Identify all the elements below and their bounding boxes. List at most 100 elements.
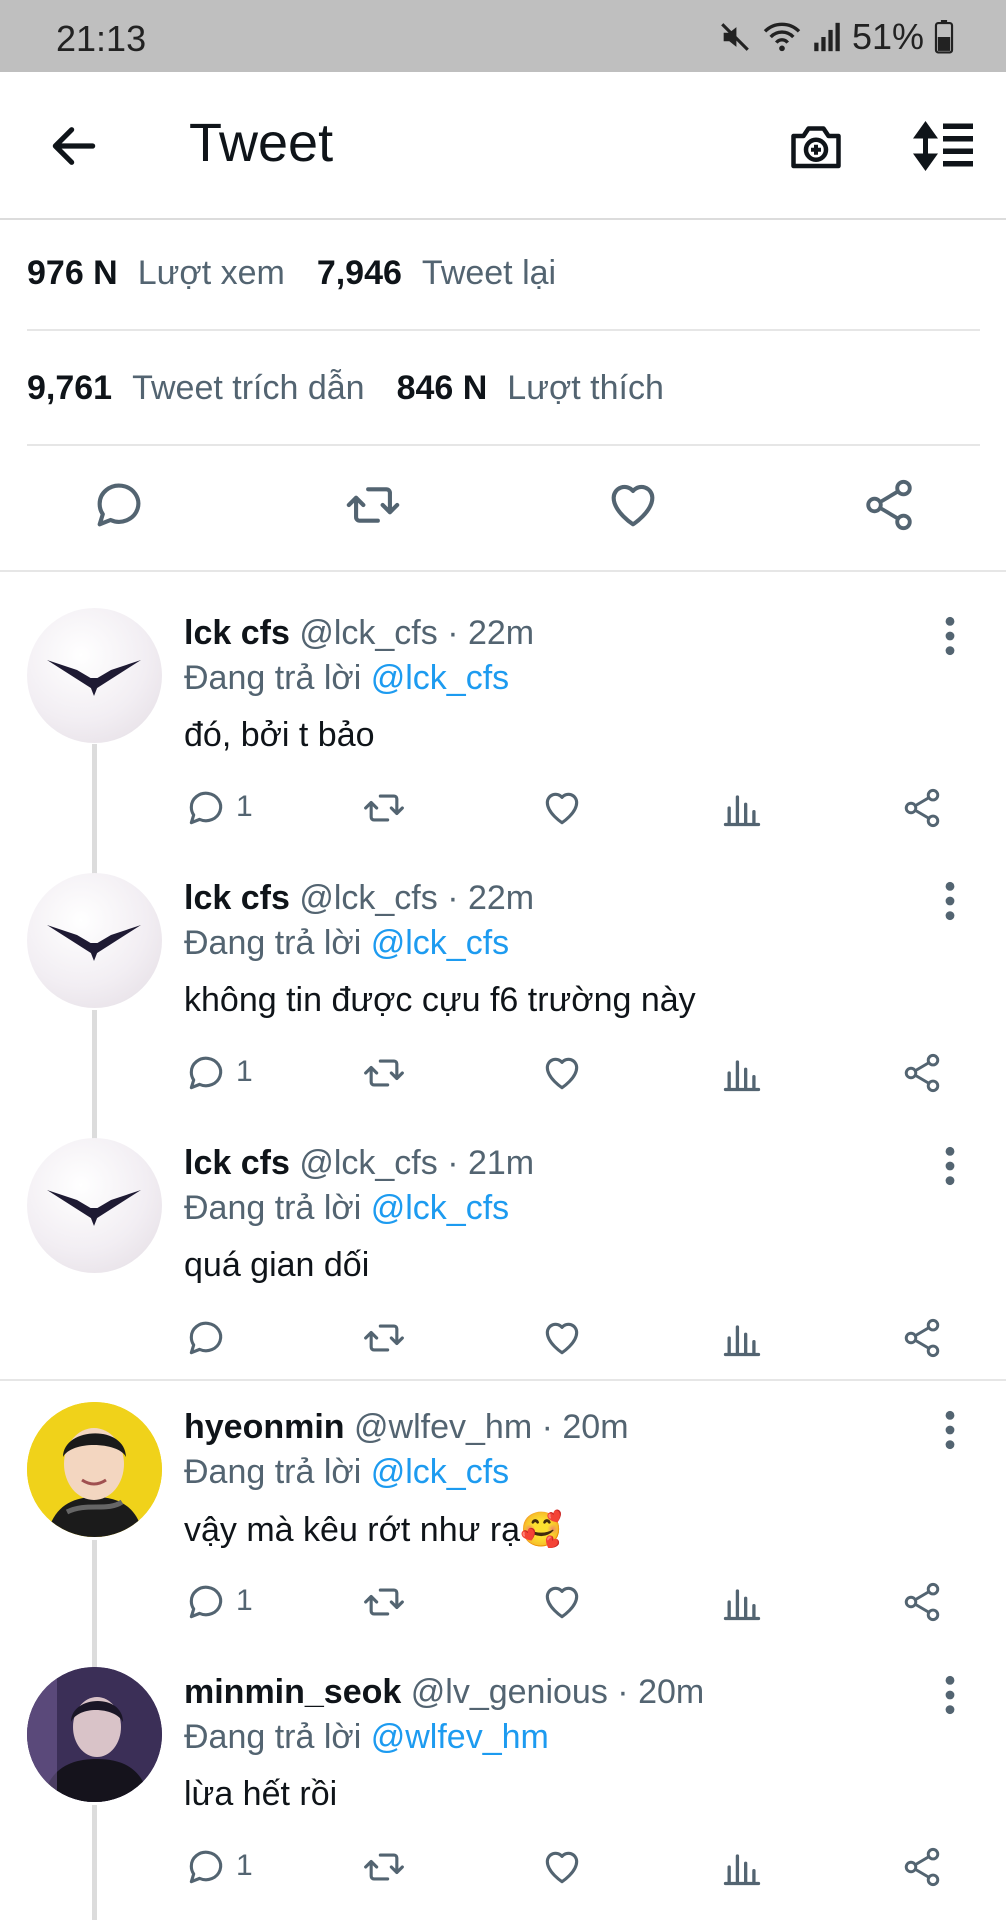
avatar[interactable] (27, 608, 162, 743)
reply-icon[interactable] (184, 786, 228, 830)
retweet-icon[interactable] (344, 476, 402, 534)
reply-count: 1 (236, 1055, 253, 1088)
tweet-actions (184, 1316, 964, 1366)
tweet-action-bar (0, 450, 1006, 570)
arrow-left-icon[interactable] (46, 118, 102, 174)
like-icon[interactable] (540, 1051, 584, 1095)
tweet-header: lck cfs @lck_cfs · 22m (184, 614, 534, 653)
retweet-icon[interactable] (362, 1580, 406, 1624)
camera-plus-icon[interactable] (786, 116, 846, 176)
lck-logo-icon (47, 660, 141, 696)
replying-prefix: Đang trả lời (184, 1189, 362, 1227)
analytics-icon[interactable] (720, 786, 764, 830)
avatar[interactable] (27, 1667, 162, 1802)
reply-tweet[interactable]: minmin_seok @lv_genious · 20m Đang trả l… (0, 1667, 1006, 1920)
views-label[interactable]: Lượt xem (138, 254, 285, 293)
status-bar: 21:13 51% (0, 0, 1006, 72)
more-options-icon[interactable] (938, 614, 962, 658)
replying-to: Đang trả lời @lck_cfs (184, 924, 509, 963)
reply-icon[interactable] (184, 1580, 228, 1624)
tweet-header: lck cfs @lck_cfs · 21m (184, 1144, 534, 1183)
divider (0, 1379, 1006, 1381)
like-icon[interactable] (540, 1316, 584, 1360)
share-icon[interactable] (900, 1051, 944, 1095)
analytics-icon[interactable] (720, 1316, 764, 1360)
replying-prefix: Đang trả lời (184, 659, 362, 697)
like-icon[interactable] (540, 1845, 584, 1889)
battery-icon (934, 20, 954, 54)
like-icon[interactable] (540, 1580, 584, 1624)
display-name[interactable]: lck cfs (184, 1144, 290, 1182)
handle[interactable]: @lck_cfs (299, 614, 437, 652)
reply-icon[interactable] (184, 1845, 228, 1889)
avatar[interactable] (27, 873, 162, 1008)
more-options-icon[interactable] (938, 879, 962, 923)
divider (27, 444, 980, 446)
sort-icon[interactable] (910, 116, 976, 176)
more-options-icon[interactable] (938, 1673, 962, 1717)
reply-icon[interactable] (90, 476, 148, 534)
top-app-bar: Tweet (0, 72, 1006, 220)
reply-icon[interactable] (184, 1051, 228, 1095)
handle[interactable]: @lck_cfs (299, 879, 437, 917)
reply-icon[interactable] (184, 1316, 228, 1360)
more-options-icon[interactable] (938, 1144, 962, 1188)
retweet-icon[interactable] (362, 1845, 406, 1889)
divider (0, 570, 1006, 572)
reply-tweet[interactable]: lck cfs @lck_cfs · 22m Đang trả lời @lck… (0, 608, 1006, 873)
share-icon[interactable] (860, 476, 918, 534)
retweets-count: 7,946 (316, 254, 402, 292)
quotes-label[interactable]: Tweet trích dẫn (132, 369, 364, 408)
tweet-actions: 1 (184, 786, 964, 836)
reply-tweet[interactable]: lck cfs @lck_cfs · 21m Đang trả lời @lck… (0, 1138, 1006, 1378)
tweet-actions: 1 (184, 1845, 964, 1895)
avatar[interactable] (27, 1138, 162, 1273)
divider (27, 329, 980, 331)
analytics-icon[interactable] (720, 1845, 764, 1889)
display-name[interactable]: lck cfs (184, 879, 290, 917)
retweet-icon[interactable] (362, 1051, 406, 1095)
mention-link[interactable]: @wlfev_hm (371, 1718, 549, 1756)
timestamp: 21m (467, 1144, 535, 1182)
share-icon[interactable] (900, 1845, 944, 1889)
replying-to: Đang trả lời @lck_cfs (184, 1453, 509, 1492)
mention-link[interactable]: @lck_cfs (371, 1453, 509, 1491)
analytics-icon[interactable] (720, 1051, 764, 1095)
retweets-label[interactable]: Tweet lại (422, 254, 556, 293)
share-icon[interactable] (900, 1580, 944, 1624)
reply-tweet[interactable]: lck cfs @lck_cfs · 22m Đang trả lời @lck… (0, 873, 1006, 1138)
handle[interactable]: @lck_cfs (299, 1144, 437, 1182)
like-icon[interactable] (540, 786, 584, 830)
likes-label[interactable]: Lượt thích (507, 369, 664, 408)
share-icon[interactable] (900, 1316, 944, 1360)
mute-icon (718, 20, 752, 54)
analytics-icon[interactable] (720, 1580, 764, 1624)
retweet-icon[interactable] (362, 786, 406, 830)
mention-link[interactable]: @lck_cfs (371, 659, 509, 697)
replying-to: Đang trả lời @lck_cfs (184, 659, 509, 698)
wifi-icon (762, 20, 802, 54)
mention-link[interactable]: @lck_cfs (371, 924, 509, 962)
display-name[interactable]: lck cfs (184, 614, 290, 652)
more-options-icon[interactable] (938, 1408, 962, 1452)
page-title: Tweet (189, 113, 334, 173)
views-count: 976 N (27, 254, 118, 292)
tweet-actions: 1 (184, 1580, 964, 1630)
tweet-text: không tin được cựu f6 trường này (184, 981, 696, 1019)
reply-count: 1 (236, 1584, 253, 1617)
tweet-header: hyeonmin @wlfev_hm · 20m (184, 1408, 629, 1447)
reply-tweet[interactable]: hyeonmin @wlfev_hm · 20m Đang trả lời @l… (0, 1402, 1006, 1667)
share-icon[interactable] (900, 786, 944, 830)
tweet-text: lừa hết rồi (184, 1775, 338, 1813)
user-photo-icon (27, 1402, 162, 1537)
handle[interactable]: @lv_genious (411, 1673, 608, 1711)
avatar[interactable] (27, 1402, 162, 1537)
like-icon[interactable] (604, 476, 662, 534)
tweet-text: đó, bởi t bảo (184, 716, 375, 754)
display-name[interactable]: hyeonmin (184, 1408, 345, 1446)
likes-count: 846 N (396, 369, 488, 407)
display-name[interactable]: minmin_seok (184, 1673, 401, 1711)
handle[interactable]: @wlfev_hm (354, 1408, 532, 1446)
retweet-icon[interactable] (362, 1316, 406, 1360)
mention-link[interactable]: @lck_cfs (371, 1189, 509, 1227)
